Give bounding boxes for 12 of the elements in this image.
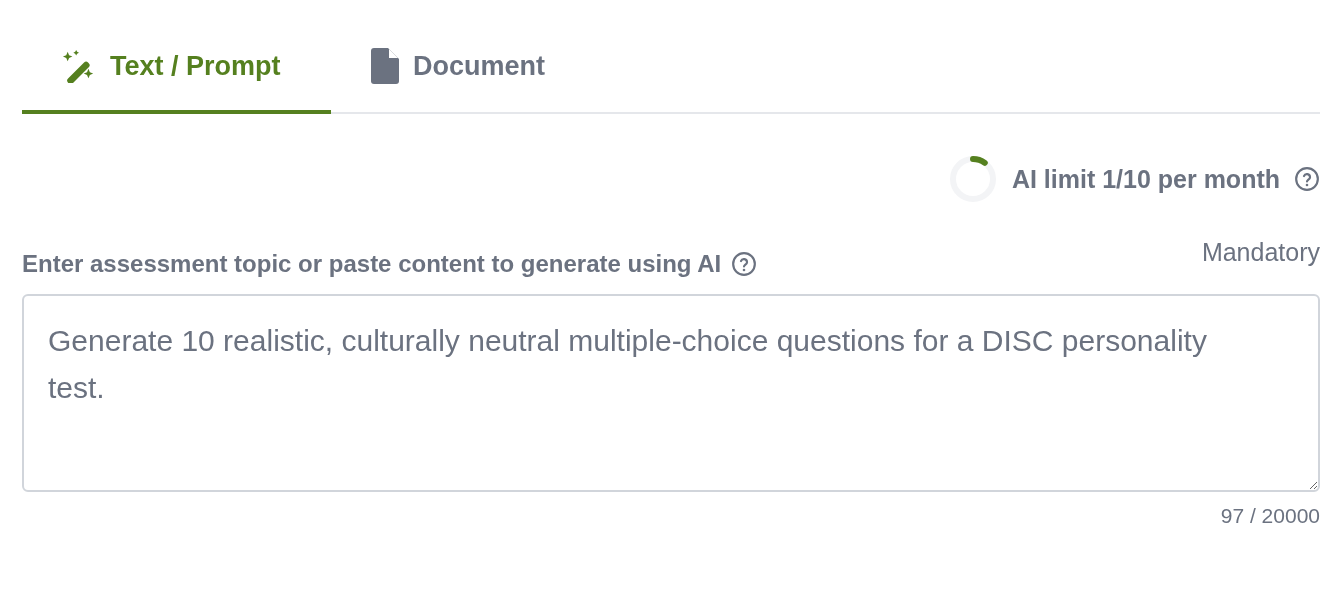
document-icon: [371, 48, 399, 84]
usage-limit-text: AI limit 1/10 per month: [1011, 164, 1280, 194]
mandatory-text: Mandatory: [1201, 238, 1320, 267]
tab[interactable]: Text / Prompt: [22, 22, 331, 114]
character-counter: 97 / 20000: [1220, 504, 1320, 528]
magic-wand-icon: [62, 49, 96, 83]
help-icon[interactable]: [731, 251, 758, 277]
field-label: Enter assessment topic or paste content to generate using AI: [22, 250, 722, 278]
prompt-input-field[interactable]: Generate 10 realistic, culturally neutral multiple-choice questions for a DISC personality test.: [22, 294, 1320, 492]
usage-ring: [947, 154, 998, 204]
tab[interactable]: Document: [331, 22, 585, 114]
help-icon[interactable]: [1294, 166, 1320, 192]
